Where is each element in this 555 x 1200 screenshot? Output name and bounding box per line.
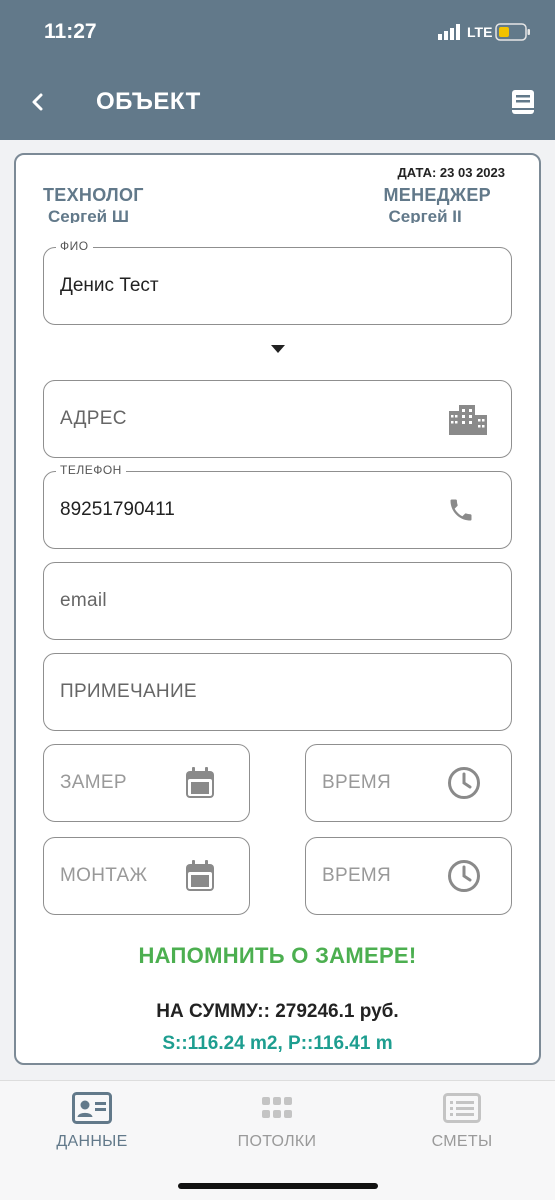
manager-title: МЕНЕДЖЕР — [383, 185, 491, 205]
email-field[interactable]: email — [43, 562, 512, 640]
nav-estimates-label: СМЕТЫ — [431, 1133, 493, 1150]
clock-icon[interactable] — [447, 859, 481, 893]
book-icon — [512, 90, 534, 114]
note-placeholder: ПРИМЕЧАНИЕ — [60, 681, 197, 702]
nav-ceilings-label: ПОТОЛКИ — [237, 1133, 317, 1150]
install-time-field[interactable]: ВРЕМЯ — [305, 837, 512, 915]
technologist-block: ТЕХНОЛОГ Сергей Ш — [43, 185, 144, 223]
bottom-nav: ДАННЫЕ ПОТОЛКИ СМЕТЫ — [0, 1080, 555, 1200]
technologist-title: ТЕХНОЛОГ — [43, 185, 144, 205]
technologist-name: Сергей Ш — [48, 207, 129, 223]
calendar-icon[interactable] — [185, 767, 215, 799]
install-date-field[interactable]: МОНТАЖ — [43, 837, 250, 915]
measure-time-field[interactable]: ВРЕМЯ — [305, 744, 512, 822]
nav-data-tab[interactable]: ДАННЫЕ — [22, 1091, 162, 1151]
content-area: ДАТА: 23 03 2023 ТЕХНОЛОГ Сергей Ш МЕНЕД… — [0, 140, 555, 1080]
home-indicator — [178, 1183, 378, 1189]
status-time: 11:27 — [44, 20, 97, 43]
list-icon — [443, 1093, 481, 1123]
fio-value: Денис Тест — [60, 275, 159, 296]
install-placeholder: МОНТАЖ — [60, 865, 148, 886]
book-button[interactable] — [506, 86, 540, 120]
battery-icon — [495, 23, 530, 41]
caret-down-icon[interactable] — [271, 345, 285, 353]
measure-placeholder: ЗАМЕР — [60, 772, 127, 793]
contact-card-icon — [72, 1092, 112, 1124]
total-sum: НА СУММУ:: 279246.1 руб. — [156, 1001, 399, 1022]
phone-value: 89251790411 — [60, 499, 175, 520]
date-label: ДАТА: 23 03 2023 — [397, 165, 505, 180]
phone-label: ТЕЛЕФОН — [56, 463, 126, 477]
remind-measure-button[interactable]: НАПОМНИТЬ О ЗАМЕРЕ! — [16, 943, 539, 969]
chevron-left-icon — [32, 93, 43, 111]
nav-data-label: ДАННЫЕ — [56, 1133, 128, 1150]
nav-ceilings-tab[interactable]: ПОТОЛКИ — [207, 1091, 347, 1151]
address-field[interactable]: АДРЕС — [43, 380, 512, 458]
install-time-placeholder: ВРЕМЯ — [322, 865, 392, 886]
measure-time-placeholder: ВРЕМЯ — [322, 772, 392, 793]
clock-icon[interactable] — [447, 766, 481, 800]
phone-icon[interactable] — [447, 496, 475, 524]
email-placeholder: email — [60, 590, 107, 611]
address-placeholder: АДРЕС — [60, 408, 127, 429]
area-perimeter: S::116.24 m2, P::116.41 m — [162, 1033, 393, 1054]
fio-field[interactable]: ФИО Денис Тест — [43, 239, 512, 325]
building-icon[interactable] — [447, 403, 489, 435]
phone-field[interactable]: ТЕЛЕФОН 89251790411 — [43, 463, 512, 549]
object-card: ДАТА: 23 03 2023 ТЕХНОЛОГ Сергей Ш МЕНЕД… — [14, 153, 541, 1065]
manager-block: МЕНЕДЖЕР Сергей II — [383, 185, 491, 223]
cell-signal-icon — [438, 24, 460, 40]
grid-dots-icon — [262, 1097, 292, 1118]
page-title: ОБЪЕКТ — [96, 88, 201, 115]
back-button[interactable] — [22, 86, 54, 118]
nav-estimates-tab[interactable]: СМЕТЫ — [392, 1091, 532, 1151]
calendar-icon[interactable] — [185, 860, 215, 892]
network-type: LTE — [467, 24, 493, 40]
manager-name: Сергей II — [388, 207, 462, 223]
measure-date-field[interactable]: ЗАМЕР — [43, 744, 250, 822]
note-field[interactable]: ПРИМЕЧАНИЕ — [43, 653, 512, 731]
fio-label: ФИО — [56, 239, 93, 253]
top-app-bar: 11:27 LTE ОБЪЕКТ — [0, 0, 555, 140]
